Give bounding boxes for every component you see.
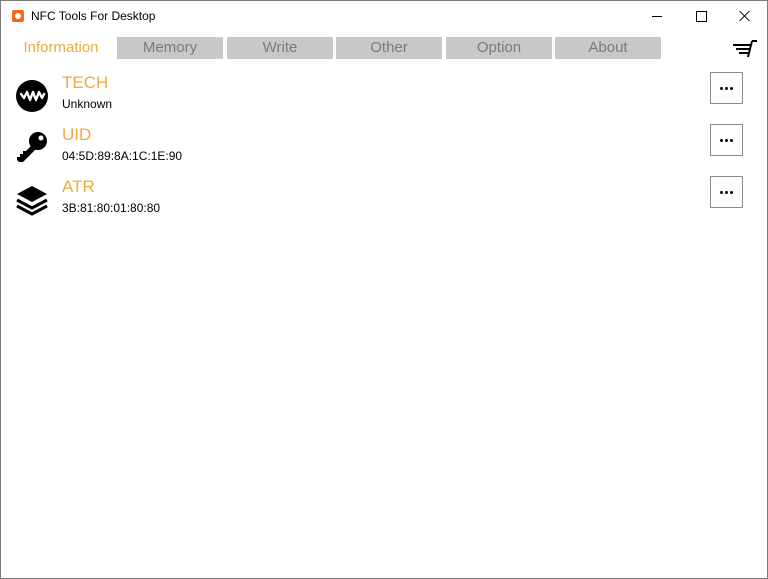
- tab-memory[interactable]: Memory: [117, 37, 223, 59]
- tech-label: TECH: [62, 73, 109, 92]
- uid-label: UID: [62, 125, 92, 144]
- maximize-button[interactable]: [679, 1, 723, 31]
- tab-information[interactable]: Information: [8, 35, 114, 60]
- tab-write[interactable]: Write: [227, 37, 333, 59]
- title-bar: NFC Tools For Desktop: [1, 1, 767, 31]
- ellipsis-icon: [720, 86, 723, 90]
- tab-about[interactable]: About: [555, 37, 661, 59]
- tab-option[interactable]: Option: [446, 37, 552, 59]
- minimize-icon: [652, 15, 662, 17]
- tech-more-button[interactable]: [710, 72, 743, 104]
- info-row-tech: TECH Unknown: [1, 71, 767, 123]
- nfc-app-icon: [12, 10, 24, 22]
- tech-value: Unknown: [62, 97, 113, 111]
- app-window: NFC Tools For Desktop Information Memory…: [0, 0, 768, 579]
- info-row-atr: ATR 3B:81:80:01:80:80: [1, 175, 767, 227]
- atr-more-button[interactable]: [710, 176, 743, 208]
- close-icon: [739, 10, 751, 22]
- maximize-icon: [695, 10, 707, 22]
- tab-bar: Information Memory Write Other Option Ab…: [1, 35, 767, 60]
- key-icon: [17, 132, 47, 162]
- cart-icon[interactable]: [732, 38, 758, 60]
- layers-icon: [16, 186, 48, 216]
- uid-value: 04:5D:89:8A:1C:1E:90: [62, 149, 183, 163]
- minimize-button[interactable]: [635, 1, 679, 31]
- ellipsis-icon: [720, 138, 723, 142]
- wave-icon: [16, 80, 48, 112]
- uid-more-button[interactable]: [710, 124, 743, 156]
- atr-label: ATR: [62, 177, 95, 196]
- atr-value: 3B:81:80:01:80:80: [62, 201, 161, 215]
- ellipsis-icon: [720, 190, 723, 194]
- info-row-uid: UID 04:5D:89:8A:1C:1E:90: [1, 123, 767, 175]
- close-button[interactable]: [723, 1, 767, 31]
- tab-other[interactable]: Other: [336, 37, 442, 59]
- window-title: NFC Tools For Desktop: [31, 9, 156, 23]
